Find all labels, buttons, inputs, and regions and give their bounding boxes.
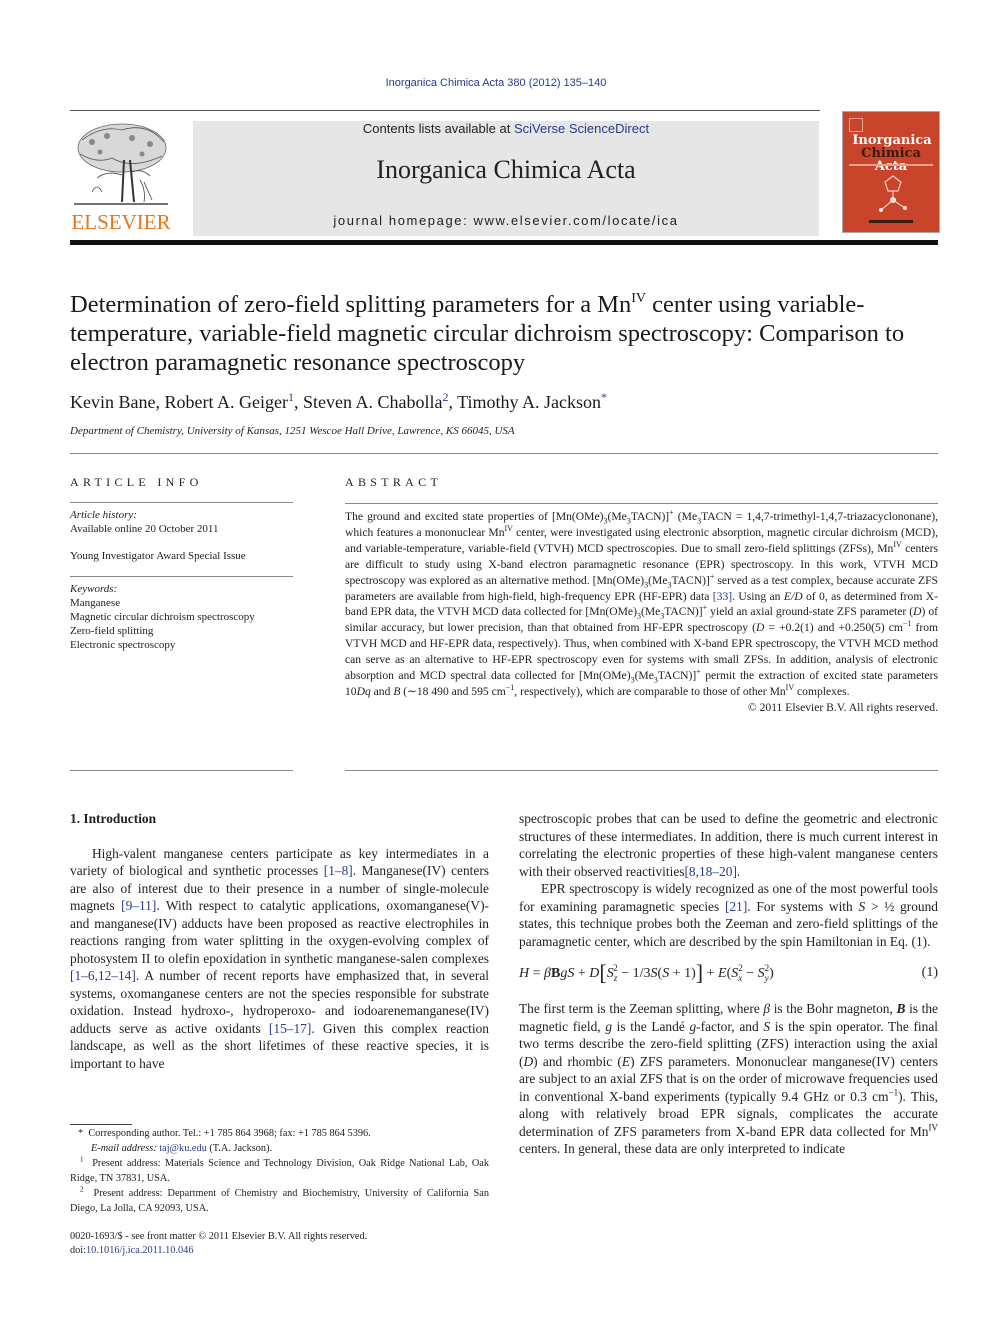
cover-molecule-icon — [879, 175, 907, 212]
author-name: Kevin Bane — [70, 392, 156, 412]
cover-publisher-badge — [849, 118, 863, 132]
special-issue: Young Investigator Award Special Issue — [70, 550, 246, 562]
doi-link[interactable]: 10.1016/j.ica.2011.10.046 — [86, 1245, 193, 1256]
masthead-top-rule — [70, 110, 820, 111]
contents-line: Contents lists available at SciVerse Sci… — [362, 121, 650, 136]
abstract-text: The ground and excited state properties … — [345, 508, 939, 698]
journal-homepage-link[interactable]: journal homepage: www.elsevier.com/locat… — [193, 213, 819, 228]
abstract-heading: ABSTRACT — [345, 475, 443, 489]
author-name: Robert A. Geiger — [164, 392, 288, 412]
keyword-item: Magnetic circular dichroism spectroscopy — [70, 611, 255, 623]
author-name: Steven A. Chabolla — [302, 392, 443, 412]
footnote-corresponding: * Corresponding author. Tel.: +1 785 864… — [78, 1128, 371, 1139]
reference-link[interactable]: [15–17] — [269, 1021, 311, 1036]
affiliation: Department of Chemistry, University of K… — [70, 425, 515, 437]
reference-link[interactable]: [21] — [725, 899, 747, 914]
article-title: Determination of zero-field splitting pa… — [70, 291, 905, 376]
reference-link[interactable]: [9–11] — [121, 898, 156, 913]
cover-title-line2: Chimica Acta — [861, 146, 921, 174]
elsevier-tree-icon — [72, 120, 170, 206]
keyword-item: Manganese — [70, 597, 121, 609]
article-info-bottom-rule — [70, 770, 293, 771]
equation-number: (1) — [921, 965, 938, 980]
journal-citation[interactable]: Inorganica Chimica Acta 380 (2012) 135–1… — [0, 77, 992, 89]
keyword-item: Electronic spectroscopy — [70, 639, 176, 651]
cover-footer-bar — [869, 220, 913, 223]
elsevier-logo[interactable]: ELSEVIER — [70, 120, 172, 238]
footnote-separator — [70, 1124, 132, 1125]
intro-paragraph-1: High-valent manganese centers participat… — [70, 845, 489, 1071]
author-footnote-link[interactable]: 2 — [442, 390, 448, 404]
section-heading-introduction: 1. Introduction — [70, 811, 157, 826]
email-link[interactable]: taj@ku.edu — [159, 1143, 207, 1154]
keyword-item: Zero-field splitting — [70, 625, 154, 637]
article-info-rule — [70, 502, 293, 503]
reference-link[interactable]: [33] — [713, 590, 732, 603]
reference-link[interactable]: [1–6,12–14] — [70, 968, 136, 983]
reference-link[interactable]: [8,18–20] — [684, 864, 736, 879]
intro-paragraph-1-continued: spectroscopic probes that can be used to… — [519, 811, 938, 879]
equation-body: H = βBgS + D[Sz2 − 1/3S(S + 1)] + E(Sx2 … — [519, 960, 774, 985]
footnote-2: 2 Present address: Department of Chemist… — [70, 1185, 489, 1214]
author-list: Kevin Bane, Robert A. Geiger1, Steven A.… — [70, 390, 607, 412]
article-info: ARTICLE INFO Article history: Available … — [70, 475, 293, 652]
abstract-copyright: © 2011 Elsevier B.V. All rights reserved… — [747, 700, 938, 714]
corresponding-author-link[interactable]: * — [601, 390, 607, 404]
intro-paragraph-3: The first term is the Zeeman splitting, … — [519, 1001, 939, 1156]
issn-line: 0020-1693/$ - see front matter © 2011 El… — [70, 1231, 368, 1242]
abstract-bottom-rule — [345, 770, 938, 771]
abstract-rule — [345, 503, 938, 504]
title-separator — [70, 453, 938, 454]
intro-paragraph-2: EPR spectroscopy is widely recognized as… — [519, 881, 938, 949]
reference-link[interactable]: [1–8] — [324, 863, 353, 878]
author-name: Timothy A. Jackson — [457, 392, 601, 412]
body-column-right: spectroscopic probes that can be used to… — [519, 810, 938, 1158]
author-footnote-link[interactable]: 1 — [288, 390, 294, 404]
masthead: Contents lists available at SciVerse Sci… — [193, 121, 819, 236]
equation-1: H = βBgS + D[Sz2 − 1/3S(S + 1)] + E(Sx2 … — [519, 960, 938, 990]
history-value: Available online 20 October 2011 — [70, 523, 219, 535]
doi-line: doi:10.1016/j.ica.2011.10.046 — [70, 1245, 194, 1256]
footnote-email: E-mail address: taj@ku.edu (T.A. Jackson… — [91, 1143, 273, 1154]
sciencedirect-link[interactable]: SciVerse ScienceDirect — [514, 121, 649, 136]
cover-subtitle-bar — [849, 164, 933, 166]
keywords-rule — [70, 576, 293, 577]
journal-title: Inorganica Chimica Acta — [376, 155, 636, 184]
abstract: ABSTRACT The ground and excited state pr… — [345, 475, 938, 714]
elsevier-wordmark: ELSEVIER — [71, 210, 171, 234]
body-column-left: 1. Introduction High-valent manganese ce… — [70, 810, 489, 1092]
journal-cover-image[interactable]: Inorganica Chimica Acta — [842, 111, 940, 233]
keywords-label: Keywords: — [70, 583, 118, 595]
article-info-heading: ARTICLE INFO — [70, 475, 203, 489]
footnotes: * Corresponding author. Tel.: +1 785 864… — [70, 1126, 489, 1258]
footnote-1: 1 Present address: Materials Science and… — [70, 1155, 490, 1184]
history-label: Article history: — [70, 509, 137, 521]
masthead-thick-rule — [70, 240, 938, 245]
